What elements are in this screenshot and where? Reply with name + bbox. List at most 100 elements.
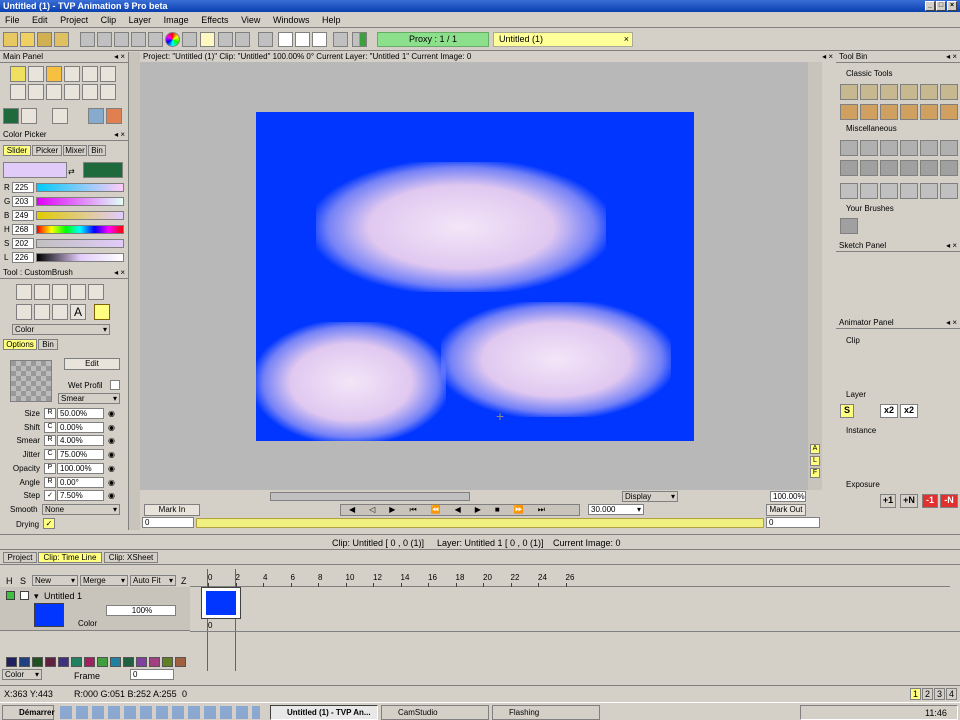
edit-button[interactable]: Edit — [64, 358, 120, 370]
color-channel-field[interactable]: 268 — [12, 224, 34, 235]
bin-tool-icon[interactable] — [940, 140, 958, 156]
f-button[interactable]: F — [810, 468, 820, 478]
color-swatch[interactable] — [71, 657, 82, 667]
list-icon[interactable] — [218, 32, 233, 47]
bin-tool-icon[interactable] — [940, 160, 958, 176]
select-icon[interactable] — [10, 84, 26, 100]
rectangle-icon[interactable] — [46, 66, 62, 82]
menu-effects[interactable]: Effects — [196, 12, 233, 28]
fps-field[interactable]: 30.000 ▾ — [588, 504, 644, 515]
display-select[interactable]: Display ▾ — [622, 491, 678, 502]
frame-range-bar[interactable] — [196, 518, 764, 528]
bin-tool-icon[interactable] — [860, 104, 878, 120]
zoom-tool-icon[interactable] — [64, 84, 80, 100]
tab-slider[interactable]: Slider — [3, 145, 31, 156]
page-3-button[interactable]: 3 — [934, 688, 945, 700]
tab-project[interactable]: Project — [3, 552, 37, 563]
palette-icon[interactable] — [182, 32, 197, 47]
color-swatch[interactable] — [58, 657, 69, 667]
color-channel-field[interactable]: 203 — [12, 196, 34, 207]
tab-mixer[interactable]: Mixer — [63, 145, 87, 156]
pan-icon[interactable] — [46, 84, 62, 100]
reset-icon[interactable] — [106, 108, 122, 124]
custom-brush-icon[interactable] — [94, 304, 110, 320]
solo-header[interactable]: S — [20, 576, 26, 586]
mark-in-button[interactable]: Mark In — [144, 504, 200, 516]
param-value-field[interactable]: 0.00% — [57, 421, 104, 433]
crop-icon[interactable] — [28, 84, 44, 100]
spider-icon[interactable] — [52, 108, 68, 124]
solo-button[interactable]: S — [840, 404, 854, 418]
close-icon[interactable]: ◂ × — [822, 52, 833, 62]
onion-icon[interactable] — [352, 32, 367, 47]
tab-timeline[interactable]: Clip: Time Line — [38, 552, 102, 563]
freehand-icon[interactable] — [10, 66, 26, 82]
bin-tool-icon[interactable] — [880, 84, 898, 100]
zoom-header[interactable]: Z — [181, 576, 187, 586]
menu-windows[interactable]: Windows — [268, 12, 315, 28]
color-swatch[interactable] — [45, 657, 56, 667]
footer-frame-field[interactable]: 0 — [130, 669, 174, 680]
clip-tab[interactable]: Untitled (1) × — [493, 32, 633, 47]
horizontal-scrollbar[interactable] — [270, 492, 470, 501]
param-value-field[interactable]: 100.00% — [57, 462, 104, 474]
monitor-icon[interactable] — [333, 32, 348, 47]
close-icon[interactable]: ◂ × — [114, 268, 125, 278]
view-single-icon[interactable] — [278, 32, 293, 47]
start-button[interactable]: Démarrer — [2, 705, 55, 720]
brush-6-icon[interactable] — [16, 304, 32, 320]
color-channel-slider[interactable] — [36, 197, 124, 206]
visibility-icon[interactable] — [6, 591, 15, 600]
double-layer-button[interactable]: x2 — [880, 404, 898, 418]
zoom-icon[interactable] — [114, 32, 129, 47]
tab-brush-bin[interactable]: Bin — [38, 339, 58, 350]
bin-tool-icon[interactable] — [920, 140, 938, 156]
task-tvpaint[interactable]: Untitled (1) - TVP An... — [270, 705, 378, 720]
pen-mode-icon[interactable] — [21, 108, 37, 124]
bin-tool-icon[interactable] — [920, 183, 938, 199]
bin-tool-icon[interactable] — [920, 84, 938, 100]
l-button[interactable]: L — [810, 456, 820, 466]
bin-tool-icon[interactable] — [840, 140, 858, 156]
menu-project[interactable]: Project — [55, 12, 93, 28]
param-flag[interactable]: R — [44, 435, 56, 447]
rotate-icon[interactable] — [82, 84, 98, 100]
save-icon[interactable] — [37, 32, 52, 47]
color-swatch[interactable] — [162, 657, 173, 667]
bin-tool-icon[interactable] — [860, 84, 878, 100]
color-swatch[interactable] — [19, 657, 30, 667]
text-tool-icon[interactable]: A — [70, 304, 86, 320]
a-button[interactable]: A — [810, 444, 820, 454]
minimize-button[interactable]: _ — [925, 1, 935, 11]
tab-bin[interactable]: Bin — [88, 145, 106, 156]
brush-1-icon[interactable] — [16, 284, 32, 300]
open-icon[interactable] — [20, 32, 35, 47]
eye-icon[interactable]: ◉ — [108, 478, 115, 487]
swap-icon[interactable] — [88, 108, 104, 124]
mark-out-button[interactable]: Mark Out — [766, 504, 806, 516]
menu-layer[interactable]: Layer — [124, 12, 157, 28]
param-flag[interactable]: ✓ — [44, 490, 56, 502]
bezier-icon[interactable] — [82, 66, 98, 82]
param-value-field[interactable]: 50.00% — [57, 408, 104, 419]
eye-icon[interactable]: ◉ — [108, 450, 115, 459]
param-flag[interactable]: R — [44, 408, 56, 419]
task-flashing[interactable]: Flashing — [492, 705, 600, 720]
bin-tool-icon[interactable] — [940, 104, 958, 120]
color-swatch[interactable] — [6, 657, 17, 667]
param-value-field[interactable]: 75.00% — [57, 449, 104, 461]
note-icon[interactable] — [200, 32, 215, 47]
brush-5-icon[interactable] — [88, 284, 104, 300]
frame-in-field[interactable]: 0 — [142, 517, 194, 528]
color-channel-field[interactable]: 249 — [12, 210, 34, 221]
eye-icon[interactable]: ◉ — [108, 464, 115, 473]
color-swatch[interactable] — [175, 657, 186, 667]
close-icon[interactable]: ◂ × — [946, 318, 957, 328]
bin-tool-icon[interactable] — [900, 84, 918, 100]
fill-icon[interactable] — [100, 66, 116, 82]
fx-icon[interactable] — [97, 32, 112, 47]
close-icon[interactable]: ◂ × — [946, 241, 957, 251]
brush-4-icon[interactable] — [70, 284, 86, 300]
color-channel-field[interactable]: 225 — [12, 182, 34, 193]
bin-tool-icon[interactable] — [920, 160, 938, 176]
